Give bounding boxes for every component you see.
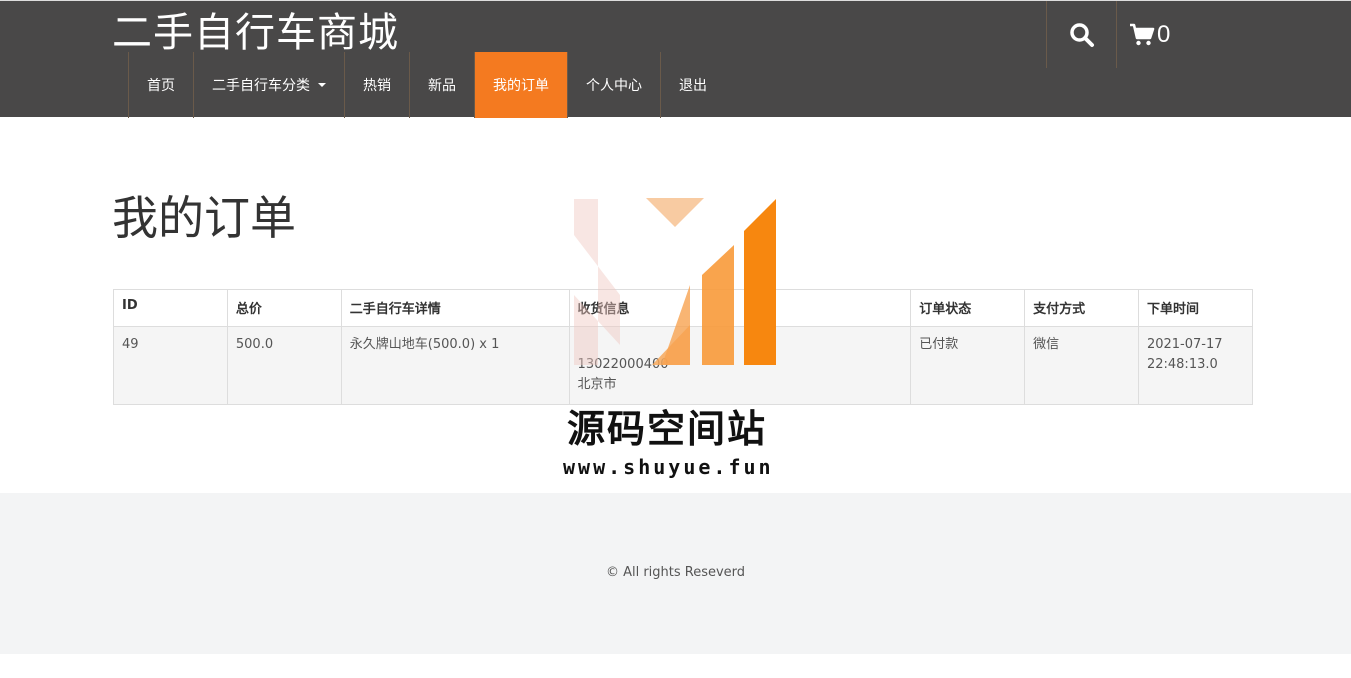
cell-payment: 微信 (1024, 326, 1139, 405)
page-title: 我的订单 (112, 191, 296, 245)
site-header: 二手自行车商城 首页 二手自行车分类 热销 新品 我的订单 个人中心 退出 0 (0, 0, 1351, 118)
header-tools: 0 (1046, 1, 1351, 68)
col-header-detail: 二手自行车详情 (340, 289, 570, 327)
shipping-address: 北京市 (577, 377, 617, 392)
shipping-phone: 13022000400 (577, 357, 669, 372)
cart-count: 0 (1157, 20, 1171, 48)
cell-total: 500.0 (226, 326, 342, 405)
table-header-row: ID 总价 二手自行车详情 收货信息 订单状态 支付方式 下单时间 (113, 289, 1254, 327)
col-header-shipping: 收货信息 (568, 289, 912, 327)
nav-profile[interactable]: 个人中心 (567, 52, 660, 118)
nav-my-orders[interactable]: 我的订单 (474, 52, 567, 118)
col-header-status: 订单状态 (910, 289, 1026, 327)
nav-my-orders-label: 我的订单 (493, 78, 549, 94)
col-header-total: 总价 (226, 289, 342, 327)
nav-category-label: 二手自行车分类 (212, 78, 310, 94)
search-button[interactable] (1046, 1, 1116, 68)
nav-home[interactable]: 首页 (128, 52, 193, 118)
order-time: 22:48:13.0 (1146, 357, 1218, 372)
table-row: 49 500.0 永久牌山地车(500.0) x 1 13022000400 北… (113, 326, 1254, 405)
shipping-line-1 (578, 335, 903, 355)
watermark-title: 源码空间站 (567, 407, 768, 451)
col-header-time: 下单时间 (1137, 289, 1254, 327)
order-date: 2021-07-17 (1146, 337, 1223, 352)
cell-id: 49 (113, 326, 228, 405)
col-header-payment: 支付方式 (1024, 289, 1139, 327)
site-footer: © All rights Reseverd (0, 493, 1351, 654)
cell-time: 2021-07-17 22:48:13.0 (1137, 326, 1254, 405)
nav-hot[interactable]: 热销 (344, 52, 409, 118)
nav-hot-label: 热销 (363, 78, 391, 94)
watermark-url: www.shuyue.fun (563, 455, 774, 479)
main-nav: 首页 二手自行车分类 热销 新品 我的订单 个人中心 退出 (128, 52, 725, 118)
search-icon (1069, 22, 1094, 47)
nav-logout[interactable]: 退出 (660, 52, 725, 118)
cart-icon (1130, 23, 1155, 45)
col-header-id: ID (113, 289, 228, 327)
nav-category-dropdown[interactable]: 二手自行车分类 (193, 52, 344, 118)
nav-home-label: 首页 (147, 78, 175, 94)
cell-shipping: 13022000400 北京市 (568, 326, 912, 405)
nav-new-label: 新品 (428, 78, 456, 94)
cart-button[interactable]: 0 (1116, 1, 1351, 68)
copyright-text: © All rights Reseverd (605, 565, 746, 580)
nav-profile-label: 个人中心 (586, 78, 642, 94)
cell-status: 已付款 (910, 326, 1026, 405)
nav-logout-label: 退出 (679, 78, 707, 94)
nav-new[interactable]: 新品 (409, 52, 474, 118)
caret-down-icon (318, 83, 326, 87)
cell-detail: 永久牌山地车(500.0) x 1 (340, 326, 570, 405)
orders-table: ID 总价 二手自行车详情 收货信息 订单状态 支付方式 下单时间 49 500… (113, 289, 1254, 405)
